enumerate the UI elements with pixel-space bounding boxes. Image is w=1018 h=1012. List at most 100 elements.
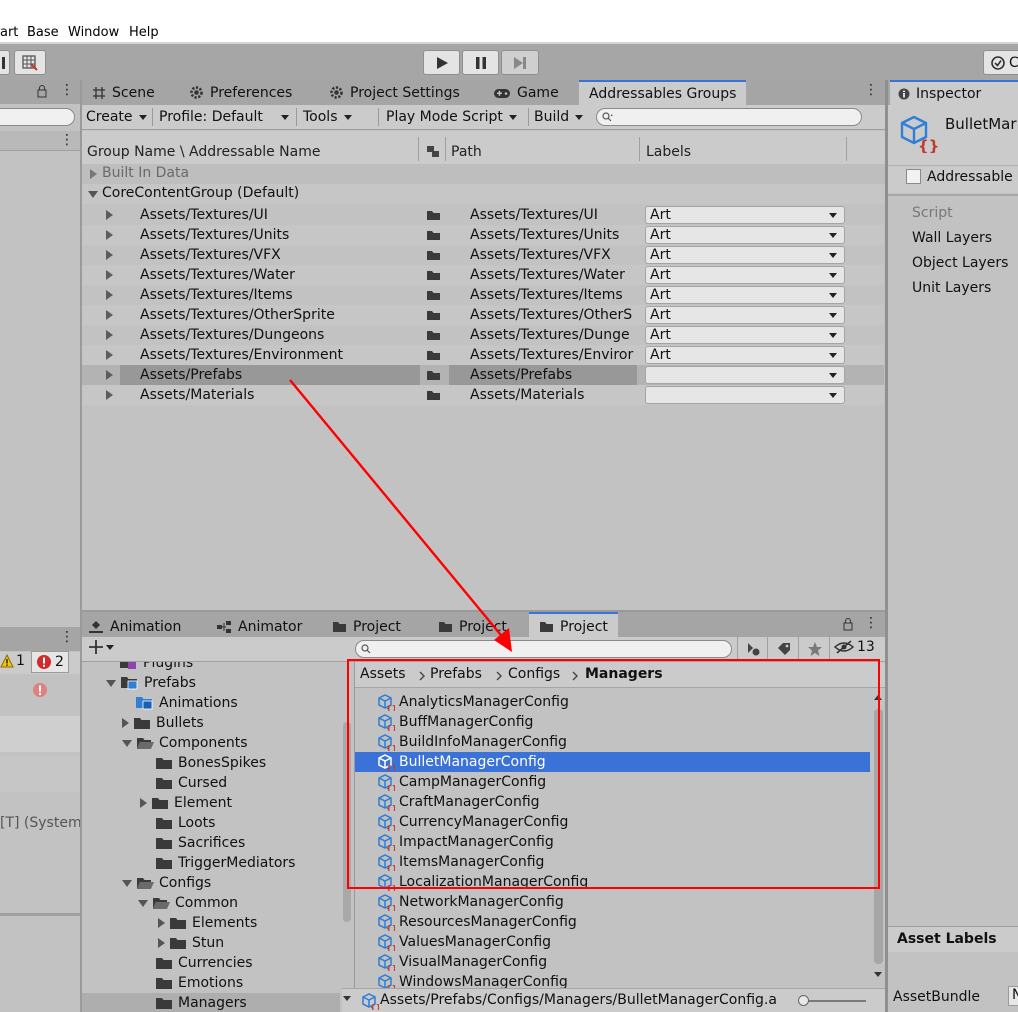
tab-scene[interactable]: Scene: [92, 80, 155, 105]
tree-item[interactable]: Stun: [158, 933, 224, 953]
expand-icon[interactable]: [106, 310, 113, 320]
step-button[interactable]: [501, 50, 539, 75]
project-tab-menu-icon[interactable]: ⋮: [864, 615, 878, 631]
asset-list-scrollbar[interactable]: [871, 689, 885, 985]
addressable-entry-row[interactable]: Assets/Prefabs Assets/Prefabs: [82, 365, 884, 385]
play-mode-script-dropdown[interactable]: Play Mode Script: [386, 105, 517, 129]
addressable-entry-row[interactable]: Assets/Textures/Items Assets/Textures/Ite…: [82, 285, 884, 305]
tree-item[interactable]: Currencies: [156, 953, 253, 973]
entry-labels-dropdown[interactable]: Art: [645, 266, 845, 284]
menu-item-window[interactable]: Window: [68, 25, 119, 40]
tree-scrollbar[interactable]: [340, 662, 354, 1012]
addressable-entry-row[interactable]: Assets/Textures/Dungeons Assets/Textures/…: [82, 325, 884, 345]
collapse-icon[interactable]: [138, 899, 148, 907]
asset-item[interactable]: {} AnalyticsManagerConfig: [377, 692, 569, 712]
console-menu-icon[interactable]: ⋮: [60, 629, 74, 645]
expand-icon[interactable]: [158, 938, 165, 948]
asset-item[interactable]: {} LocalizationManagerConfig: [377, 872, 588, 892]
hierarchy-menu-icon[interactable]: ⋮: [60, 82, 74, 98]
breadcrumb-assets[interactable]: Assets: [360, 666, 406, 682]
asset-item[interactable]: {} ValuesManagerConfig: [377, 932, 551, 952]
column-divider[interactable]: [418, 137, 419, 161]
tree-item[interactable]: Managers: [156, 993, 247, 1012]
asset-item[interactable]: {} ResourcesManagerConfig: [377, 912, 577, 932]
menu-item-start[interactable]: art: [0, 25, 18, 40]
entry-labels-dropdown[interactable]: Art: [645, 226, 845, 244]
asset-item[interactable]: {} WindowsManagerConfig: [377, 972, 568, 989]
tree-item[interactable]: Sacrifices: [156, 833, 245, 853]
asset-item[interactable]: {} CraftManagerConfig: [377, 792, 540, 812]
column-divider[interactable]: [639, 137, 640, 161]
group-row-core-content[interactable]: CoreContentGroup (Default): [82, 184, 885, 204]
addressable-entry-row[interactable]: Assets/Textures/OtherSprite Assets/Textur…: [82, 305, 884, 325]
grid-snap-button[interactable]: [14, 50, 46, 75]
hierarchy-search-input[interactable]: [0, 108, 75, 126]
expand-icon[interactable]: [106, 330, 113, 340]
favorites-button[interactable]: [800, 637, 830, 661]
scroll-down-icon[interactable]: [873, 971, 883, 979]
console-log-row[interactable]: [0, 716, 80, 752]
asset-item[interactable]: {} NetworkManagerConfig: [377, 892, 564, 912]
tree-item[interactable]: Prefabs: [106, 673, 196, 693]
expand-icon[interactable]: [106, 290, 113, 300]
profile-dropdown[interactable]: Profile: Default: [159, 105, 289, 129]
build-dropdown[interactable]: Build: [534, 105, 584, 129]
pause-button[interactable]: [462, 50, 499, 75]
asset-item[interactable]: {} BuildInfoManagerConfig: [377, 732, 567, 752]
console-log-row[interactable]: [0, 756, 80, 792]
tree-item[interactable]: Cursed: [156, 773, 227, 793]
expand-icon[interactable]: [158, 918, 165, 928]
entry-labels-dropdown[interactable]: Art: [645, 306, 845, 324]
entry-labels-dropdown[interactable]: Art: [645, 206, 845, 224]
addressable-entry-row[interactable]: Assets/Textures/Environment Assets/Textur…: [82, 345, 884, 365]
column-divider[interactable]: [846, 137, 847, 161]
group-row-built-in[interactable]: Built In Data: [82, 164, 885, 184]
asset-item[interactable]: {} ItemsManagerConfig: [377, 852, 544, 872]
tree-item[interactable]: Components: [122, 733, 248, 753]
tab-game[interactable]: Game: [493, 80, 559, 105]
project-search-input[interactable]: [355, 640, 732, 658]
addressable-checkbox[interactable]: [906, 169, 921, 184]
create-asset-button[interactable]: [88, 639, 114, 655]
create-dropdown[interactable]: Create: [86, 105, 147, 129]
transform-tool-button[interactable]: [0, 50, 10, 75]
asset-item[interactable]: {} BulletManagerConfig: [377, 752, 546, 772]
tab-project-1[interactable]: Project: [332, 614, 401, 639]
asset-item[interactable]: {} VisualManagerConfig: [377, 952, 547, 972]
collab-button[interactable]: C: [983, 50, 1018, 75]
asset-item[interactable]: {} CurrencyManagerConfig: [377, 812, 568, 832]
tab-project-settings[interactable]: Project Settings: [329, 80, 460, 105]
tree-scrollbar-thumb[interactable]: [343, 722, 351, 922]
tree-item[interactable]: Common: [138, 893, 238, 913]
collapse-icon[interactable]: [88, 191, 98, 198]
breadcrumb-managers[interactable]: Managers: [585, 666, 663, 682]
addressable-entry-row[interactable]: Assets/Textures/Water Assets/Textures/Wat…: [82, 265, 884, 285]
filter-by-label-button[interactable]: [769, 637, 799, 661]
expand-icon[interactable]: [140, 798, 147, 808]
hierarchy-scene-row[interactable]: ⋮: [0, 131, 80, 151]
error-toggle[interactable]: 2: [31, 651, 69, 673]
main-tab-menu-icon[interactable]: ⋮: [864, 82, 878, 98]
expand-icon[interactable]: [106, 370, 113, 380]
hidden-packages-toggle[interactable]: 13: [834, 639, 875, 655]
expand-icon[interactable]: [106, 250, 113, 260]
tools-dropdown[interactable]: Tools: [303, 105, 352, 129]
tab-project-2[interactable]: Project: [438, 614, 507, 639]
tab-project-active[interactable]: Project: [529, 612, 618, 639]
tab-inspector[interactable]: Inspector: [890, 80, 1018, 105]
entry-labels-dropdown[interactable]: Art: [645, 326, 845, 344]
tree-item[interactable]: Bullets: [122, 713, 204, 733]
tab-addressables-groups[interactable]: Addressables Groups: [579, 80, 747, 105]
asset-bundle-dropdown[interactable]: N: [1008, 986, 1018, 1006]
entry-labels-dropdown[interactable]: Art: [645, 246, 845, 264]
addressable-entry-row[interactable]: Assets/Textures/UI Assets/Textures/UI Art: [82, 205, 884, 225]
tab-animation[interactable]: Animation: [88, 614, 181, 639]
tree-item[interactable]: Elements: [158, 913, 257, 933]
tree-item[interactable]: TriggerMediators: [156, 853, 295, 873]
scene-menu-icon[interactable]: ⋮: [60, 132, 74, 148]
console-splitter[interactable]: [0, 913, 80, 916]
icon-size-slider[interactable]: [802, 1000, 866, 1002]
expand-icon[interactable]: [106, 350, 113, 360]
asset-item[interactable]: {} BuffManagerConfig: [377, 712, 533, 732]
column-labels[interactable]: Labels: [646, 144, 691, 160]
